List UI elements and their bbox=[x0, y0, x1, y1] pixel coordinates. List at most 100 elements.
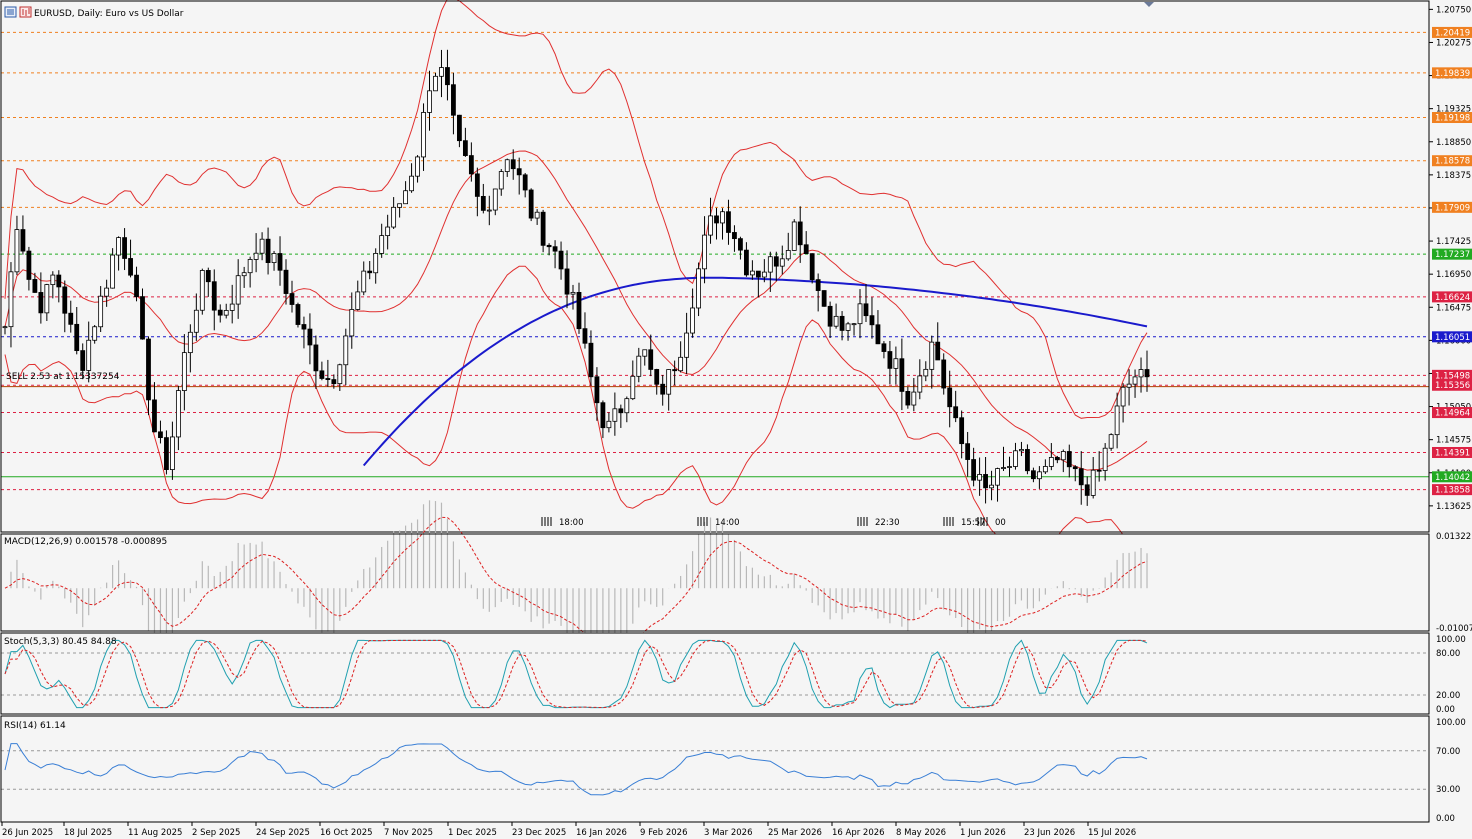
candle-body bbox=[516, 168, 522, 176]
time-axis[interactable]: 26 Jun 2025 18 Jul 2025 11 Aug 2025 2 Sep 2… bbox=[1, 822, 1136, 838]
candle-body bbox=[869, 315, 875, 326]
candle-body bbox=[38, 292, 44, 314]
candle-body bbox=[301, 324, 307, 330]
candle-body bbox=[732, 232, 737, 240]
candle-body bbox=[193, 309, 199, 333]
candle-body bbox=[510, 159, 516, 170]
candle-body bbox=[1031, 470, 1036, 480]
candle-body bbox=[654, 369, 660, 385]
candle-body bbox=[86, 339, 92, 371]
candle-body bbox=[833, 315, 839, 327]
menu-icon[interactable] bbox=[4, 6, 17, 18]
candle-body bbox=[528, 189, 534, 219]
rsi-tick-label: 70.00 bbox=[1436, 747, 1460, 757]
date-tick-label: 25 Mar 2026 bbox=[768, 828, 822, 838]
candle-body bbox=[331, 379, 337, 385]
candle-body bbox=[26, 250, 32, 280]
date-tick-label: 9 Feb 2026 bbox=[640, 828, 688, 838]
candle-body bbox=[337, 364, 343, 385]
main-pane[interactable] bbox=[0, 0, 1430, 559]
candle-body bbox=[325, 378, 331, 380]
candle-body bbox=[911, 391, 917, 406]
price-level-value: 1.14042 bbox=[1435, 473, 1470, 483]
date-tick-label: 3 Mar 2026 bbox=[704, 828, 752, 838]
price-level-value: 1.17909 bbox=[1435, 203, 1470, 213]
candle-body bbox=[68, 312, 74, 325]
date-tick-label: 23 Dec 2025 bbox=[512, 828, 566, 838]
candle-body bbox=[128, 258, 133, 276]
candle-body bbox=[648, 349, 654, 370]
price-tick-label: 1.20750 bbox=[1436, 5, 1471, 15]
candle-body bbox=[433, 75, 438, 92]
price-level-value: 1.17237 bbox=[1435, 250, 1470, 260]
candle-body bbox=[361, 270, 367, 293]
candle-body bbox=[684, 332, 690, 358]
candle-body bbox=[379, 235, 385, 254]
candle-body bbox=[546, 244, 552, 248]
candle-body bbox=[594, 376, 600, 404]
chart-icon[interactable] bbox=[19, 6, 32, 18]
candle-body bbox=[50, 274, 56, 286]
candle-body bbox=[744, 249, 749, 276]
date-tick-label: 18 Jul 2025 bbox=[64, 828, 112, 838]
candle-body bbox=[468, 155, 474, 175]
candle-body bbox=[702, 234, 707, 270]
date-tick-label: 1 Dec 2025 bbox=[448, 828, 497, 838]
candle-body bbox=[576, 291, 582, 330]
candle-body bbox=[80, 350, 86, 371]
candle-body bbox=[857, 303, 863, 325]
candle-body bbox=[953, 406, 959, 419]
candle-body bbox=[893, 358, 899, 369]
stoch-tick-label: 80.00 bbox=[1436, 649, 1460, 659]
candle-body bbox=[1132, 376, 1138, 385]
price-level-value: 1.20419 bbox=[1435, 28, 1470, 38]
price-level-labels: 1.20419 1.19839 1.19198 1.18578 1.17909 1.172… bbox=[1432, 26, 1472, 496]
candle-body bbox=[2, 326, 8, 329]
macd-axis: 0.01322 -0.01007 bbox=[1436, 532, 1472, 634]
candle-body bbox=[223, 310, 229, 316]
sell-trade-label[interactable]: SELL 2.53 at 1.15337254 bbox=[6, 372, 120, 382]
candle-body bbox=[462, 140, 468, 156]
candle-body bbox=[839, 315, 845, 331]
candle-body bbox=[295, 304, 301, 325]
candle-body bbox=[241, 272, 247, 277]
candle-body bbox=[403, 190, 408, 205]
candle-body bbox=[110, 254, 116, 289]
candle-body bbox=[480, 196, 486, 211]
candle-body bbox=[1007, 466, 1012, 468]
candle-body bbox=[1013, 450, 1018, 467]
candle-body bbox=[881, 343, 887, 352]
chart-canvas: EURUSD, Daily: Euro vs US Dollar SELL 2.… bbox=[0, 0, 1472, 838]
candle-body bbox=[630, 375, 636, 400]
candle-body bbox=[660, 383, 666, 395]
candle-body bbox=[1054, 456, 1060, 461]
candle-body bbox=[761, 271, 767, 278]
candle-body bbox=[235, 275, 241, 305]
candle-body bbox=[1090, 469, 1096, 496]
candle-body bbox=[989, 484, 994, 489]
candle-body bbox=[624, 398, 630, 414]
candle-body bbox=[582, 328, 588, 344]
price-level-value: 1.14964 bbox=[1435, 409, 1470, 419]
candle-body bbox=[445, 67, 450, 86]
price-tick-label: 1.18375 bbox=[1436, 171, 1471, 181]
candle-body bbox=[181, 352, 187, 391]
candle-body bbox=[1025, 449, 1030, 472]
time-marker-label: 22:30 bbox=[875, 518, 900, 528]
candle-body bbox=[941, 359, 947, 389]
rsi-pane[interactable] bbox=[0, 715, 1430, 823]
candle-body bbox=[56, 274, 62, 288]
candle-body bbox=[217, 309, 223, 316]
candle-body bbox=[690, 307, 695, 334]
candle-body bbox=[367, 270, 373, 274]
candle-body bbox=[170, 436, 175, 470]
candle-body bbox=[373, 252, 379, 274]
candle-body bbox=[642, 349, 648, 357]
candle-body bbox=[457, 114, 462, 142]
date-tick-label: 24 Sep 2025 bbox=[256, 828, 310, 838]
candle-body bbox=[947, 387, 953, 408]
candle-body bbox=[391, 206, 397, 228]
candle-body bbox=[44, 284, 50, 314]
stoch-pane[interactable] bbox=[0, 632, 1430, 715]
price-tick-label: 1.14575 bbox=[1436, 436, 1471, 446]
